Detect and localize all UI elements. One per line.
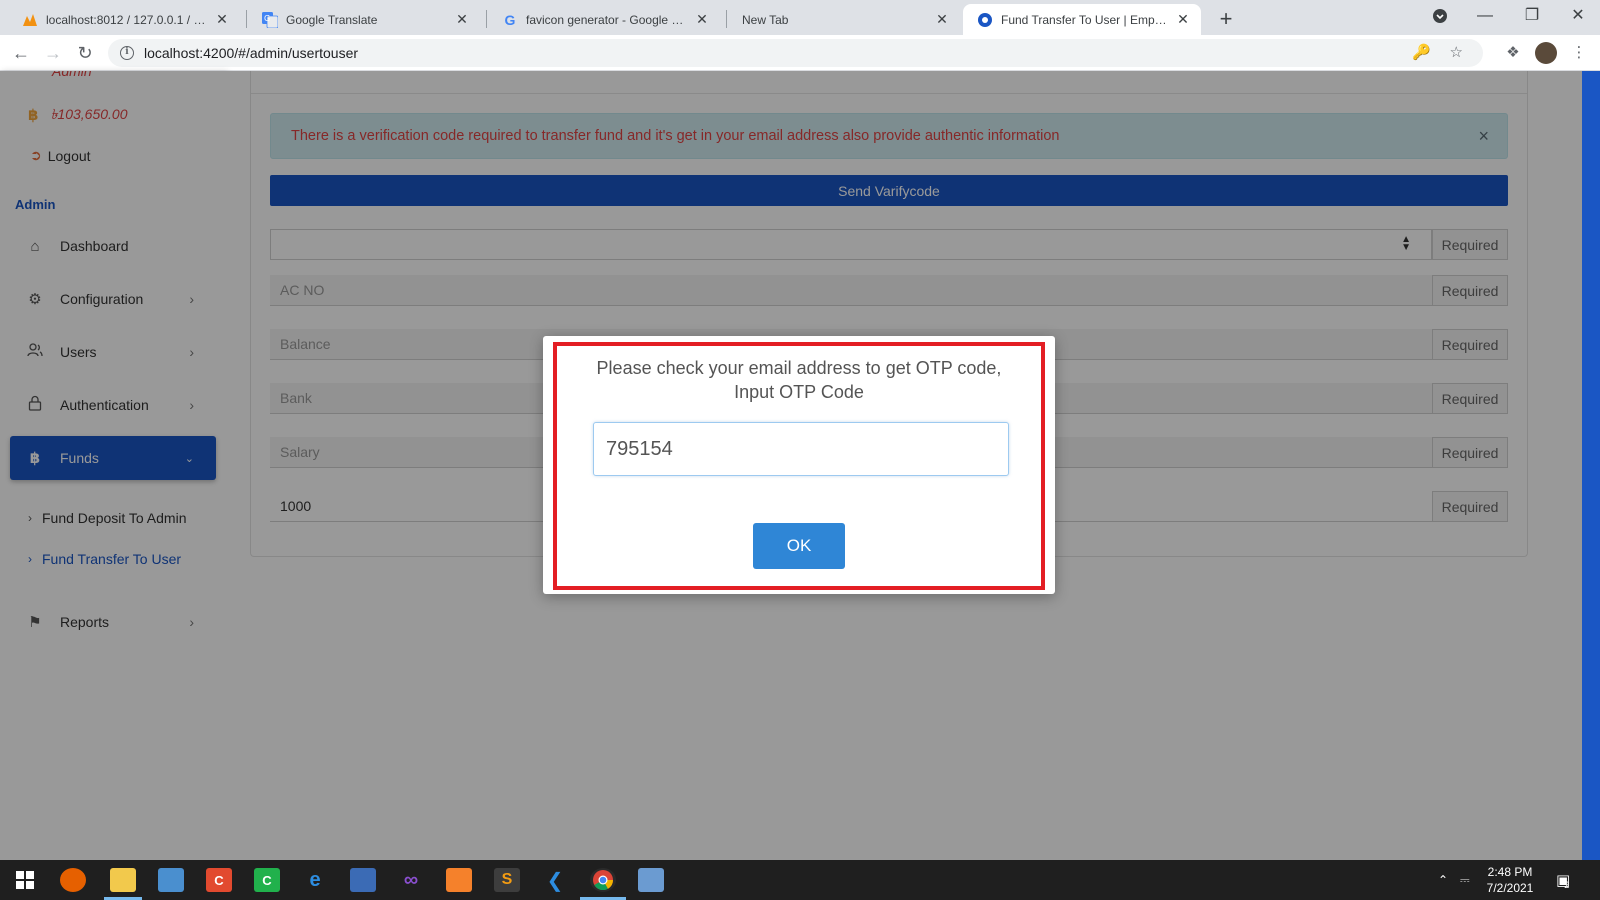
xampp-icon[interactable]: [446, 868, 472, 892]
notifications-icon[interactable]: ▣ 2: [1556, 860, 1570, 900]
close-tab-icon[interactable]: ✕: [454, 11, 470, 28]
jetbrains-c-icon[interactable]: C: [206, 868, 232, 892]
key-icon[interactable]: 🔑: [1412, 39, 1431, 67]
url-text[interactable]: localhost:4200/#/admin/usertouser: [144, 45, 358, 61]
bookmark-star-icon[interactable]: ☆: [1450, 39, 1463, 67]
tab-title: favicon generator - Google Search: [526, 12, 688, 27]
windows-start-icon[interactable]: [12, 868, 38, 892]
browser-tab-google-translate[interactable]: G Google Translate ✕: [248, 4, 480, 35]
svg-text:G: G: [264, 14, 270, 23]
otp-input[interactable]: [593, 422, 1009, 476]
close-tab-icon[interactable]: ✕: [1175, 11, 1191, 28]
chrome-icon[interactable]: [590, 868, 616, 892]
browser-tab-new-tab[interactable]: New Tab ✕: [728, 4, 960, 35]
profile-avatar[interactable]: [1535, 42, 1557, 64]
otp-message-line2: Input OTP Code: [734, 382, 864, 402]
notification-count: 2: [1564, 880, 1570, 890]
ok-button[interactable]: OK: [753, 523, 845, 569]
paint-icon[interactable]: [638, 868, 664, 892]
tab-title: localhost:8012 / 127.0.0.1 / primx: [46, 12, 208, 27]
new-tab-button[interactable]: +: [1214, 6, 1238, 32]
otp-message-line1: Please check your email address to get O…: [596, 358, 1002, 378]
extensions-puzzle-icon[interactable]: ❖: [1500, 40, 1526, 66]
google-icon: G: [504, 11, 516, 28]
windows-taskbar: C C e ∞ S ❮ ⌃ ⎓ 2:48 PM 7/2/2021 ▣ 2: [0, 860, 1600, 900]
network-icon[interactable]: ⎓: [1460, 860, 1470, 900]
browser-tab-google-search[interactable]: G favicon generator - Google Search ✕: [488, 4, 720, 35]
browser-tab-phpmyadmin[interactable]: localhost:8012 / 127.0.0.1 / primx ✕: [8, 4, 240, 35]
tab-search-icon[interactable]: [1420, 2, 1460, 30]
system-clock[interactable]: 2:48 PM 7/2/2021: [1470, 864, 1550, 896]
file-explorer-icon[interactable]: [110, 868, 136, 892]
edge-icon[interactable]: e: [302, 868, 328, 892]
address-bar[interactable]: i localhost:4200/#/admin/usertouser 🔑 ☆: [108, 39, 1483, 67]
sublime-text-icon[interactable]: S: [494, 868, 520, 892]
app-favicon-icon: [977, 12, 993, 28]
media-app-icon[interactable]: [158, 868, 184, 892]
close-window-icon[interactable]: ✕: [1558, 2, 1598, 30]
site-info-icon[interactable]: i: [120, 46, 134, 60]
show-hidden-icons-chevron-icon[interactable]: ⌃: [1438, 860, 1448, 900]
tab-separator: [726, 10, 727, 28]
minimize-window-icon[interactable]: —: [1465, 2, 1505, 30]
tab-title: Fund Transfer To User | Employee: [1001, 12, 1169, 27]
jetbrains-c-green-icon[interactable]: C: [254, 868, 280, 892]
maximize-window-icon[interactable]: ❐: [1512, 2, 1552, 30]
page-scrollbar[interactable]: [1582, 71, 1600, 860]
close-tab-icon[interactable]: ✕: [214, 11, 230, 28]
firefox-icon[interactable]: [60, 868, 86, 892]
tab-separator: [486, 10, 487, 28]
tab-title: Google Translate: [286, 12, 378, 27]
reload-icon[interactable]: ↻: [72, 40, 98, 66]
close-tab-icon[interactable]: ✕: [694, 11, 710, 28]
phpmyadmin-icon: [22, 12, 38, 28]
tab-title: New Tab: [742, 12, 789, 27]
forward-arrow-icon[interactable]: →: [40, 40, 66, 66]
otp-message: Please check your email address to get O…: [543, 356, 1055, 404]
browser-tab-bar: localhost:8012 / 127.0.0.1 / primx ✕ G G…: [0, 0, 1600, 35]
close-tab-icon[interactable]: ✕: [934, 11, 950, 28]
browser-tab-fund-transfer[interactable]: Fund Transfer To User | Employee ✕: [963, 4, 1201, 35]
visual-studio-icon[interactable]: ∞: [398, 868, 424, 892]
tab-separator: [246, 10, 247, 28]
browser-menu-icon[interactable]: ⋮: [1566, 40, 1592, 66]
otp-dialog: Please check your email address to get O…: [543, 336, 1055, 594]
clock-time: 2:48 PM: [1487, 865, 1533, 879]
back-arrow-icon[interactable]: ←: [8, 40, 34, 66]
vscode-icon[interactable]: ❮: [542, 868, 568, 892]
clock-date: 7/2/2021: [1486, 881, 1534, 895]
google-translate-icon: G: [262, 11, 278, 28]
browser-toolbar: ← → ↻ i localhost:4200/#/admin/usertouse…: [0, 35, 1600, 71]
network-app-icon[interactable]: [350, 868, 376, 892]
